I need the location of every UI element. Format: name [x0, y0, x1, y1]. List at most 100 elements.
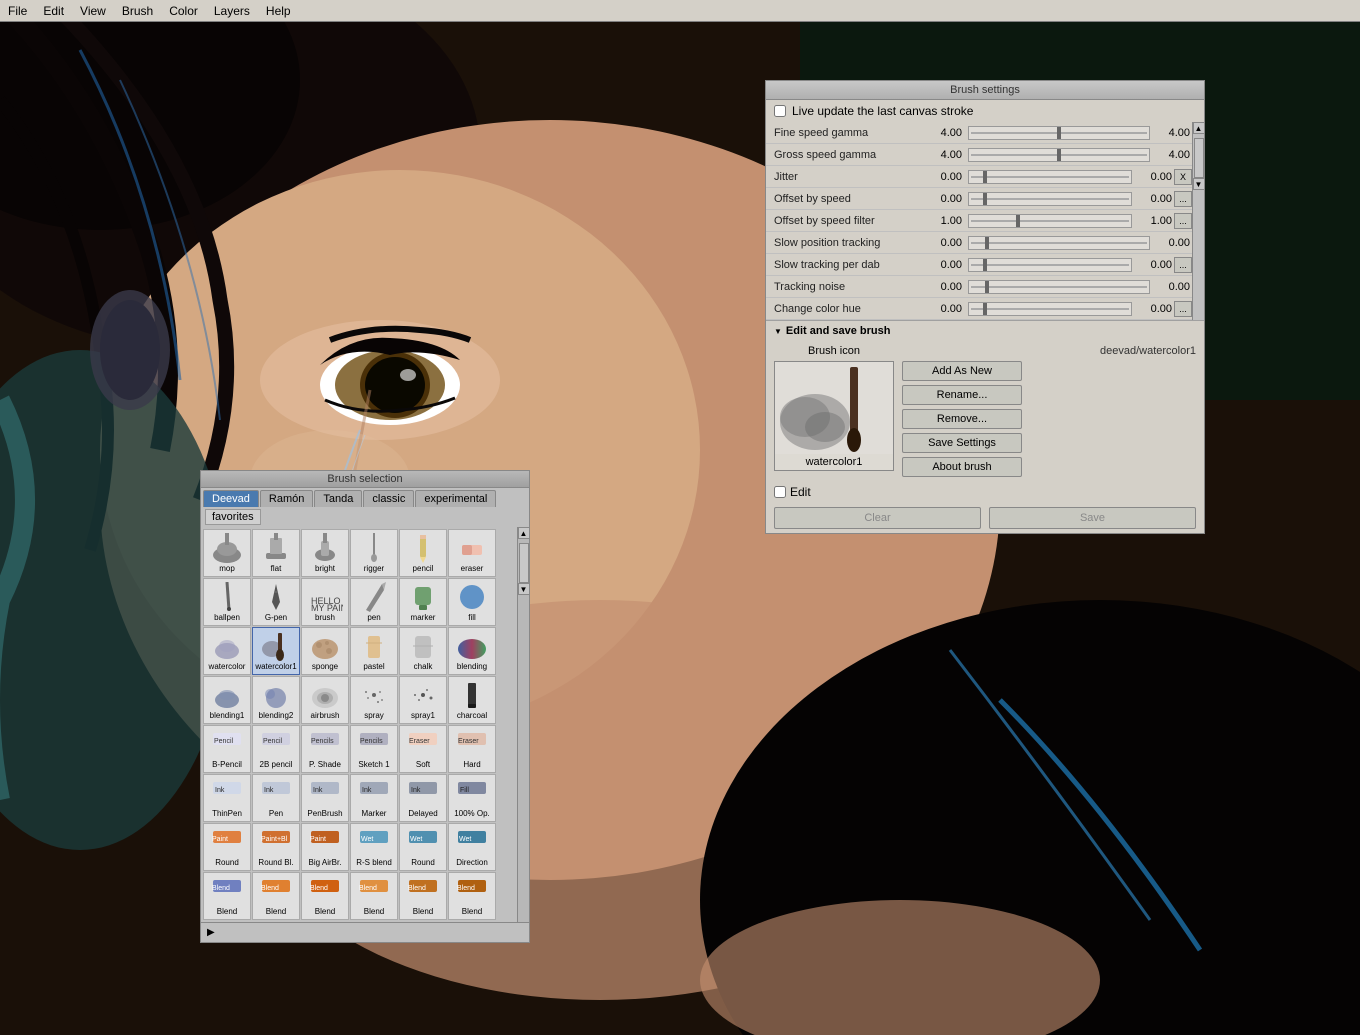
brush-watercolor[interactable]: watercolor [203, 627, 251, 675]
brush-delayed[interactable]: Ink Delayed [399, 774, 447, 822]
brush-flat[interactable]: flat [252, 529, 300, 577]
brush-sponge[interactable]: sponge [301, 627, 349, 675]
offset-speed-btn[interactable]: ... [1174, 191, 1192, 207]
brush-blending2[interactable]: blending2 [252, 676, 300, 724]
brush-brush[interactable]: HELLOMY PAINT brush [301, 578, 349, 626]
brush-ballpen[interactable]: ballpen [203, 578, 251, 626]
slow-tracking-dab-slider[interactable] [968, 258, 1132, 272]
offset-speed-display: 0.00 [1134, 193, 1174, 205]
scroll-up-btn[interactable]: ▲ [518, 527, 530, 539]
tab-ramon[interactable]: Ramón [260, 490, 313, 507]
tab-experimental[interactable]: experimental [415, 490, 496, 507]
settings-scroll-thumb[interactable] [1194, 138, 1204, 178]
live-update-checkbox[interactable] [774, 105, 786, 117]
offset-speed-filter-btn[interactable]: ... [1174, 213, 1192, 229]
brush-spray1[interactable]: spray1 [399, 676, 447, 724]
scroll-down-btn[interactable]: ▼ [518, 583, 530, 595]
brush-2b-pencil[interactable]: Pencil 2B pencil [252, 725, 300, 773]
brush-marker2[interactable]: Ink Marker [350, 774, 398, 822]
jitter-slider[interactable] [968, 170, 1132, 184]
brush-spray[interactable]: spray [350, 676, 398, 724]
brush-grid-scrollbar[interactable]: ▲ ▼ [517, 527, 529, 922]
tracking-noise-slider[interactable] [968, 280, 1150, 294]
brush-sketch1[interactable]: Pencils Sketch 1 [350, 725, 398, 773]
rename-button[interactable]: Rename... [902, 385, 1022, 405]
brush-charcoal[interactable]: charcoal [448, 676, 496, 724]
brush-round-bl[interactable]: Paint+Bl Round Bl. [252, 823, 300, 871]
scroll-thumb[interactable] [519, 543, 529, 583]
remove-button[interactable]: Remove... [902, 409, 1022, 429]
brush-g-pen[interactable]: G-pen [252, 578, 300, 626]
brush-b-pencil[interactable]: Pencil B-Pencil [203, 725, 251, 773]
menu-brush[interactable]: Brush [114, 2, 161, 20]
tag-favorites[interactable]: favorites [205, 509, 261, 525]
brush-blend1[interactable]: Blend Blend [203, 872, 251, 920]
brush-pen2[interactable]: Ink Pen [252, 774, 300, 822]
slow-tracking-dab-btn[interactable]: ... [1174, 257, 1192, 273]
brush-pencil[interactable]: pencil [399, 529, 447, 577]
brush-eraser-hard[interactable]: Eraser Hard [448, 725, 496, 773]
brush-watercolor1[interactable]: watercolor1 [252, 627, 300, 675]
save-settings-button[interactable]: Save Settings [902, 433, 1022, 453]
brush-blend4[interactable]: Blend Blend [350, 872, 398, 920]
footer-arrow[interactable]: ▶ [203, 925, 219, 940]
menu-edit[interactable]: Edit [35, 2, 72, 20]
brush-marker[interactable]: marker [399, 578, 447, 626]
clear-button[interactable]: Clear [774, 507, 981, 529]
tab-classic[interactable]: classic [363, 490, 414, 507]
brush-big-airbrush[interactable]: Paint Big AirBr. [301, 823, 349, 871]
menu-layers[interactable]: Layers [206, 2, 258, 20]
brush-airbrush[interactable]: airbrush [301, 676, 349, 724]
change-color-hue-btn[interactable]: ... [1174, 301, 1192, 317]
brush-penbrush[interactable]: Ink PenBrush [301, 774, 349, 822]
brush-bright[interactable]: bright [301, 529, 349, 577]
brush-blend5[interactable]: Blend Blend [399, 872, 447, 920]
brush-pastel[interactable]: pastel [350, 627, 398, 675]
about-brush-button[interactable]: About brush [902, 457, 1022, 477]
brush-chalk[interactable]: chalk [399, 627, 447, 675]
jitter-value: 0.00 [926, 171, 966, 183]
brush-p-shade[interactable]: Pencils P. Shade [301, 725, 349, 773]
menu-view[interactable]: View [72, 2, 114, 20]
brush-fill[interactable]: fill [448, 578, 496, 626]
brush-blend6[interactable]: Blend Blend [448, 872, 496, 920]
offset-speed-filter-slider[interactable] [968, 214, 1132, 228]
brush-blending[interactable]: blending [448, 627, 496, 675]
svg-text:MY PAINT: MY PAINT [311, 603, 343, 612]
setting-jitter: Jitter 0.00 0.00 X [766, 166, 1192, 188]
brush-rigger[interactable]: rigger [350, 529, 398, 577]
settings-scroll-up[interactable]: ▲ [1193, 122, 1205, 134]
brush-selection-panel: Brush selection Deevad Ramón Tanda class… [200, 470, 530, 943]
brush-blend3[interactable]: Blend Blend [301, 872, 349, 920]
brush-wet-dir[interactable]: Wet Direction [448, 823, 496, 871]
brush-thin-pen[interactable]: Ink ThinPen [203, 774, 251, 822]
brush-eraser[interactable]: eraser [448, 529, 496, 577]
add-as-new-button[interactable]: Add As New [902, 361, 1022, 381]
brush-100op[interactable]: Fill 100% Op. [448, 774, 496, 822]
menu-file[interactable]: File [0, 2, 35, 20]
brush-blend2[interactable]: Blend Blend [252, 872, 300, 920]
brush-wet-round[interactable]: Wet Round [399, 823, 447, 871]
collapse-icon[interactable]: ▼ [774, 327, 782, 336]
brush-rs-blend[interactable]: Wet R-S blend [350, 823, 398, 871]
tab-tanda[interactable]: Tanda [314, 490, 362, 507]
fine-speed-gamma-slider[interactable] [968, 126, 1150, 140]
brush-pen[interactable]: pen [350, 578, 398, 626]
tab-deevad[interactable]: Deevad [203, 490, 259, 507]
jitter-x-btn[interactable]: X [1174, 169, 1192, 185]
brush-eraser-soft[interactable]: Eraser Soft [399, 725, 447, 773]
settings-scroll-down[interactable]: ▼ [1193, 178, 1205, 190]
menu-color[interactable]: Color [161, 2, 206, 20]
change-color-hue-slider[interactable] [968, 302, 1132, 316]
brush-round[interactable]: Paint Round [203, 823, 251, 871]
gross-speed-gamma-slider[interactable] [968, 148, 1150, 162]
slow-pos-tracking-slider[interactable] [968, 236, 1150, 250]
save-button[interactable]: Save [989, 507, 1196, 529]
svg-text:Blend: Blend [359, 885, 377, 892]
brush-mop[interactable]: mop [203, 529, 251, 577]
settings-scrollbar[interactable]: ▲ ▼ [1192, 122, 1204, 320]
offset-speed-slider[interactable] [968, 192, 1132, 206]
brush-blending1[interactable]: blending1 [203, 676, 251, 724]
menu-help[interactable]: Help [258, 2, 299, 20]
edit-checkbox[interactable] [774, 486, 786, 498]
